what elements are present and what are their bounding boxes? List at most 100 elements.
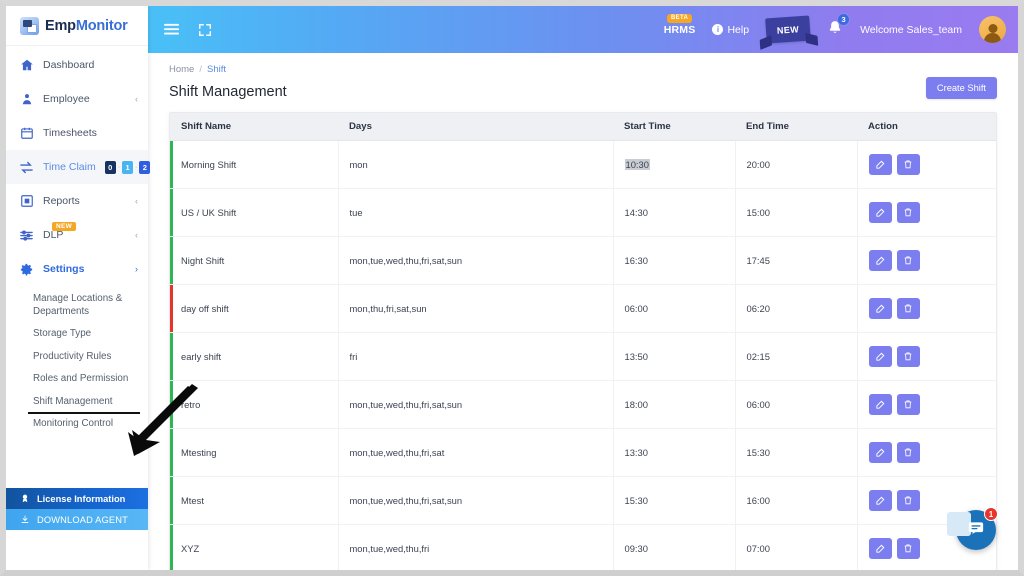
submenu-item-productivity-rules[interactable]: Productivity Rules xyxy=(6,346,148,369)
sidebar-item-employee[interactable]: Employee ‹ xyxy=(6,82,148,116)
edit-icon-button[interactable] xyxy=(868,442,892,463)
column-header-start-time: Start Time xyxy=(613,113,735,141)
cell-end-time: 17:45 xyxy=(735,236,858,285)
brand-logo-area[interactable]: EmpMonitor xyxy=(6,6,148,46)
edit-icon-button[interactable] xyxy=(868,346,892,367)
cell-shift-name: retro xyxy=(170,380,339,429)
chevron-left-icon-reports[interactable]: ‹ xyxy=(132,196,138,206)
days-text: mon,tue,wed,thu,fri xyxy=(349,543,430,554)
sidebar-label-time-claim: Time Claim xyxy=(43,161,96,173)
submenu-item-shift-management[interactable]: Shift Management xyxy=(6,391,148,415)
row-actions xyxy=(868,250,997,271)
chevron-left-icon-dlp[interactable]: ‹ xyxy=(132,230,138,240)
shift-name-text: Mtest xyxy=(181,495,204,506)
hamburger-menu-icon[interactable] xyxy=(164,23,179,36)
trash-icon-button[interactable] xyxy=(896,298,920,319)
end-time-text: 07:00 xyxy=(746,543,770,554)
row-actions xyxy=(868,490,997,511)
cell-days: fri xyxy=(338,332,614,381)
edit-icon-button[interactable] xyxy=(868,394,892,415)
sliders-icon xyxy=(19,228,34,243)
help-button[interactable]: i Help xyxy=(712,24,749,36)
cell-end-time: 06:00 xyxy=(735,380,858,429)
cell-shift-name: Mtest xyxy=(170,476,339,525)
trash-icon-button[interactable] xyxy=(896,442,920,463)
start-time-text: 06:00 xyxy=(624,303,648,314)
sidebar-item-time-claim[interactable]: Time Claim 0 · 1 · 2 xyxy=(6,150,151,184)
trash-icon-button[interactable] xyxy=(896,250,920,271)
edit-icon-button[interactable] xyxy=(868,154,892,175)
shift-name-text: Night Shift xyxy=(181,255,225,266)
report-icon xyxy=(19,194,34,209)
create-shift-button[interactable]: Create Shift xyxy=(925,77,997,99)
start-time-text: 13:30 xyxy=(624,447,648,458)
header-right-controls: BETA HRMS i Help NEW 3 Welcome Sales_tea… xyxy=(664,12,1018,44)
new-announcement-ribbon[interactable]: NEW xyxy=(765,15,811,44)
download-agent-label: DOWNLOAD AGENT xyxy=(37,514,128,525)
edit-icon-button[interactable] xyxy=(868,298,892,319)
page-title: Shift Management xyxy=(169,84,287,100)
cell-start-time: 15:30 xyxy=(613,476,736,525)
submenu-item-manage-locations-departments[interactable]: Manage Locations & Departments xyxy=(6,288,148,323)
sidebar-footer: License Information DOWNLOAD AGENT xyxy=(6,488,148,530)
notifications-button[interactable]: 3 xyxy=(827,12,851,41)
table-row: XYZ mon,tue,wed,thu,fri 09:30 07:00 xyxy=(170,524,996,570)
column-header-shift-name: Shift Name xyxy=(170,113,338,141)
brand-name-part1: Emp xyxy=(45,17,76,34)
shift-name-text: retro xyxy=(181,399,201,410)
chevron-right-icon-settings[interactable]: › xyxy=(132,264,138,274)
exchange-icon xyxy=(19,160,34,175)
edit-icon-button[interactable] xyxy=(868,490,892,511)
trash-icon-button[interactable] xyxy=(896,154,920,175)
table-row: early shift fri 13:50 02:15 xyxy=(170,332,996,381)
start-time-text: 14:30 xyxy=(624,207,648,218)
table-row: retro mon,tue,wed,thu,fri,sat,sun 18:00 06:… xyxy=(170,380,996,429)
cell-days: mon,tue,wed,thu,fri,sat xyxy=(338,428,614,477)
emp-monitor-app: EmpMonitor Dashboard Employee ‹ Timeshee… xyxy=(6,6,1018,570)
welcome-message: Welcome Sales_team xyxy=(860,23,962,36)
calendar-icon xyxy=(19,126,34,141)
edit-icon-button[interactable] xyxy=(868,538,892,559)
download-agent-button[interactable]: DOWNLOAD AGENT xyxy=(6,509,148,530)
sidebar-item-settings[interactable]: Settings › xyxy=(6,252,148,286)
screenshot-frame: EmpMonitor Dashboard Employee ‹ Timeshee… xyxy=(0,0,1024,576)
shift-name-text: early shift xyxy=(181,351,222,362)
submenu-item-monitoring-control[interactable]: Monitoring Control xyxy=(6,413,148,436)
breadcrumb-home[interactable]: Home xyxy=(169,64,194,75)
column-header-action: Action xyxy=(857,113,996,141)
shift-name-text: day off shift xyxy=(181,303,229,314)
trash-icon-button[interactable] xyxy=(896,394,920,415)
table-header-row: Shift Name Days Start Time End Time Acti… xyxy=(170,113,996,141)
sidebar: EmpMonitor Dashboard Employee ‹ Timeshee… xyxy=(6,6,151,570)
trash-icon-button[interactable] xyxy=(896,490,920,511)
edit-icon-button[interactable] xyxy=(868,250,892,271)
sidebar-item-dashboard[interactable]: Dashboard xyxy=(6,48,148,82)
cell-end-time: 06:20 xyxy=(735,284,858,333)
breadcrumb-current[interactable]: Shift xyxy=(207,64,226,75)
trash-icon-button[interactable] xyxy=(896,202,920,223)
avatar[interactable] xyxy=(979,16,1006,43)
trash-icon-button[interactable] xyxy=(896,346,920,367)
badge-separator-2: · xyxy=(135,163,138,171)
row-actions xyxy=(868,154,997,175)
trash-icon-button[interactable] xyxy=(896,538,920,559)
fullscreen-icon[interactable] xyxy=(198,23,212,37)
table-row: US / UK Shift tue 14:30 15:00 xyxy=(170,188,996,237)
chat-widget-button[interactable]: 1 xyxy=(947,507,998,550)
end-time-text: 15:30 xyxy=(746,447,770,458)
cell-action xyxy=(857,188,996,237)
license-information-button[interactable]: License Information xyxy=(6,488,148,509)
table-row: Morning Shift mon 10:30 20:00 xyxy=(170,140,997,189)
submenu-label-productivity-rules: Productivity Rules xyxy=(33,350,112,362)
submenu-item-roles-and-permission[interactable]: Roles and Permission xyxy=(6,368,148,391)
chevron-left-icon-employee[interactable]: ‹ xyxy=(132,94,138,104)
sidebar-item-reports[interactable]: Reports ‹ xyxy=(6,184,148,218)
submenu-item-storage-type[interactable]: Storage Type xyxy=(6,323,148,346)
hrms-button[interactable]: BETA HRMS xyxy=(664,13,696,36)
edit-icon-button[interactable] xyxy=(868,202,892,223)
cell-start-time: 18:00 xyxy=(613,380,736,429)
end-time-text: 15:00 xyxy=(746,207,770,218)
sidebar-item-timesheets[interactable]: Timesheets xyxy=(6,116,148,150)
sidebar-item-dlp[interactable]: DLP NEW ‹ xyxy=(6,218,148,252)
shift-name-text: Mtesting xyxy=(181,447,217,458)
